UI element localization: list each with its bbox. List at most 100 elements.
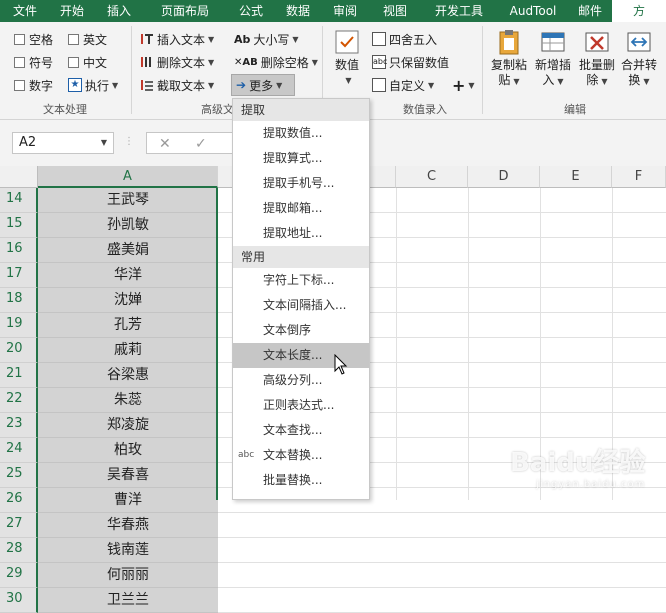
checkbox-icon[interactable]: [14, 33, 25, 45]
tab-review[interactable]: 审阅: [320, 0, 370, 22]
check-symbol[interactable]: 符号: [14, 53, 53, 71]
tab-active[interactable]: 方: [612, 0, 666, 22]
cell-a[interactable]: 钱南莲: [38, 538, 218, 563]
select-all-corner[interactable]: [0, 166, 38, 188]
row-header[interactable]: 18: [0, 288, 38, 313]
cell-a[interactable]: 孙凯敏: [38, 213, 218, 238]
checkbox-icon[interactable]: [68, 56, 79, 68]
row-header[interactable]: 26: [0, 488, 38, 513]
check-chinese[interactable]: 中文: [68, 53, 107, 71]
name-box[interactable]: A2 ▼: [12, 132, 114, 154]
cell-a[interactable]: 郑凌旋: [38, 413, 218, 438]
cell-a[interactable]: 孔芳: [38, 313, 218, 338]
tab-developer[interactable]: 开发工具: [420, 0, 498, 22]
cell-a[interactable]: 曹洋: [38, 488, 218, 513]
menu-item-extract-formula[interactable]: 提取算式...: [233, 146, 369, 171]
cell-a[interactable]: 吴春喜: [38, 463, 218, 488]
menu-item-batch-replace[interactable]: 批量替换...: [233, 468, 369, 493]
menu-item-regex[interactable]: 正则表达式...: [233, 393, 369, 418]
tab-audtool[interactable]: AudTool: [498, 0, 568, 22]
delete-text-button[interactable]: 删除文本 ▼: [140, 53, 214, 71]
cancel-icon[interactable]: ✕: [159, 136, 171, 152]
tab-file[interactable]: 文件: [0, 0, 50, 22]
tab-insert[interactable]: 插入: [94, 0, 144, 22]
row-header[interactable]: 19: [0, 313, 38, 338]
row-header[interactable]: 17: [0, 263, 38, 288]
row-header[interactable]: 21: [0, 363, 38, 388]
menu-item-extract-address[interactable]: 提取地址...: [233, 221, 369, 246]
check-space[interactable]: 空格: [14, 30, 53, 48]
row-header[interactable]: 27: [0, 513, 38, 538]
checkbox-icon[interactable]: [14, 79, 25, 91]
cell-a[interactable]: 王武琴: [38, 188, 218, 213]
watermark-url: jingyan.baidu.com: [536, 479, 646, 490]
checkbox-icon[interactable]: [68, 33, 79, 45]
tab-page-layout[interactable]: 页面布局: [144, 0, 226, 22]
menu-item-extract-email[interactable]: 提取邮箱...: [233, 196, 369, 221]
menu-item-advanced-split[interactable]: 高级分列...: [233, 368, 369, 393]
check-english[interactable]: 英文: [68, 30, 107, 48]
checkbox-icon[interactable]: [14, 56, 25, 68]
cell-a[interactable]: 盛美娟: [38, 238, 218, 263]
row-header[interactable]: 29: [0, 563, 38, 588]
row-header[interactable]: 28: [0, 538, 38, 563]
merge-convert-button[interactable]: 合并转 换 ▼: [618, 28, 660, 89]
tab-home[interactable]: 开始: [50, 0, 94, 22]
confirm-icon[interactable]: ✓: [195, 136, 207, 152]
numeric-button[interactable]: 数值 ▼: [330, 28, 364, 88]
round-button[interactable]: 四舍五入: [372, 30, 437, 48]
cell-a[interactable]: 朱蕊: [38, 388, 218, 413]
keep-value-button[interactable]: abc 只保留数值: [372, 53, 449, 71]
row-header[interactable]: 16: [0, 238, 38, 263]
column-header-a[interactable]: A: [38, 166, 218, 188]
more-button[interactable]: ➔ 更多 ▼: [231, 74, 295, 96]
menu-item-extract-number[interactable]: 提取数值...: [233, 121, 369, 146]
menu-item-find[interactable]: 文本查找...: [233, 418, 369, 443]
group-label-number: 数值录入: [403, 103, 447, 116]
cell-a[interactable]: 戚莉: [38, 338, 218, 363]
cell-a[interactable]: 华春燕: [38, 513, 218, 538]
cell-a[interactable]: 谷梁惠: [38, 363, 218, 388]
insert-text-button[interactable]: 插入文本 ▼: [140, 30, 214, 48]
case-button[interactable]: Ab 大小写 ▼: [234, 30, 299, 48]
row-header[interactable]: 23: [0, 413, 38, 438]
tab-view[interactable]: 视图: [370, 0, 420, 22]
row-header[interactable]: 20: [0, 338, 38, 363]
check-number[interactable]: 数字: [14, 76, 53, 94]
row-header[interactable]: 30: [0, 588, 38, 613]
row-header[interactable]: 24: [0, 438, 38, 463]
extract-text-button[interactable]: 截取文本 ▼: [140, 76, 214, 94]
cell-a[interactable]: 卫兰兰: [38, 588, 218, 613]
batch-delete-button[interactable]: 批量删 除 ▼: [576, 28, 618, 89]
menu-item-text-length[interactable]: 文本长度...: [233, 343, 369, 368]
delete-space-button[interactable]: ✕AB 删除空格 ▼: [234, 53, 318, 71]
column-header-c[interactable]: C: [396, 166, 468, 188]
cell-a[interactable]: 华洋: [38, 263, 218, 288]
tab-mail[interactable]: 邮件: [568, 0, 612, 22]
insert-new-button[interactable]: 新增插 入 ▼: [532, 28, 574, 89]
cell-a[interactable]: 沈婵: [38, 288, 218, 313]
execute-button[interactable]: ★ 执行 ▼: [68, 76, 118, 94]
cell-a[interactable]: 柏玫: [38, 438, 218, 463]
menu-item-superscript[interactable]: 字符上下标...: [233, 268, 369, 293]
custom-button[interactable]: 自定义 ▼: [372, 76, 434, 94]
row-header[interactable]: 22: [0, 388, 38, 413]
chevron-down-icon: ▼: [428, 80, 435, 90]
row-header[interactable]: 25: [0, 463, 38, 488]
cell-a[interactable]: 何丽丽: [38, 563, 218, 588]
row-header[interactable]: 15: [0, 213, 38, 238]
menu-item-extract-phone[interactable]: 提取手机号...: [233, 171, 369, 196]
menu-item-replace[interactable]: abc 文本替换...: [233, 443, 369, 468]
grip-icon[interactable]: ⋮: [124, 136, 134, 147]
chevron-down-icon[interactable]: ▼: [101, 133, 107, 153]
tab-formulas[interactable]: 公式: [226, 0, 276, 22]
column-header-f[interactable]: F: [612, 166, 666, 188]
column-header-d[interactable]: D: [468, 166, 540, 188]
tab-data[interactable]: 数据: [276, 0, 320, 22]
menu-item-reverse[interactable]: 文本倒序: [233, 318, 369, 343]
add-button[interactable]: + ▼: [452, 76, 475, 95]
column-header-e[interactable]: E: [540, 166, 612, 188]
copy-paste-button[interactable]: 复制粘 贴 ▼: [488, 28, 530, 89]
row-header[interactable]: 14: [0, 188, 38, 213]
menu-item-interval-insert[interactable]: 文本间隔插入...: [233, 293, 369, 318]
